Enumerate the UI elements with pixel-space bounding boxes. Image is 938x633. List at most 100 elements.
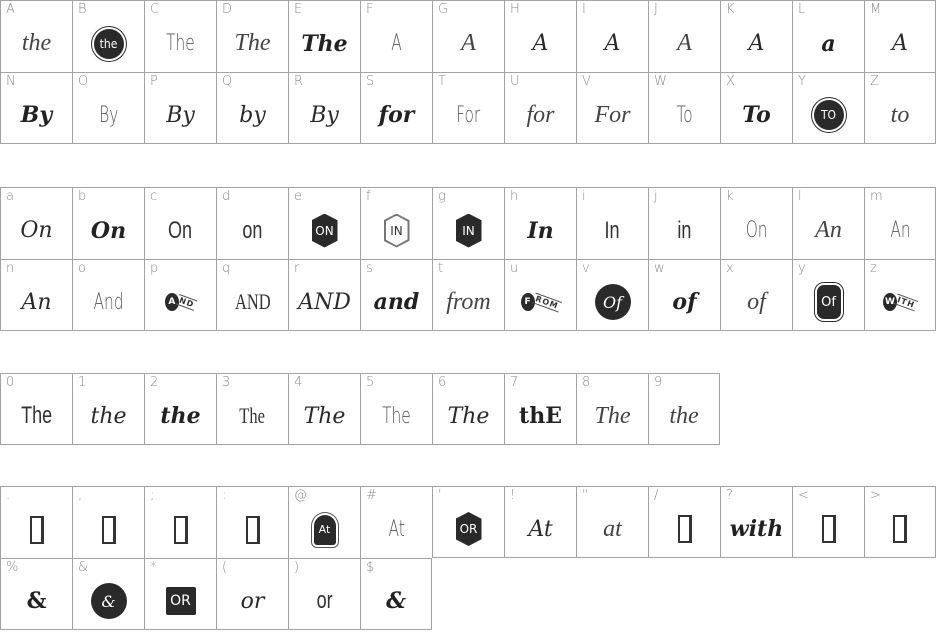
- badge-glyph: IN: [455, 213, 482, 248]
- glyph-text: and: [373, 289, 420, 315]
- glyph-text: A: [391, 31, 402, 56]
- glyph-cell: Ufor: [504, 72, 576, 144]
- glyph-text: &: [386, 588, 406, 614]
- badge-text: IN: [390, 223, 403, 238]
- glyph-preview: AND: [289, 274, 360, 330]
- glyph-preview: By: [289, 87, 360, 143]
- badge-glyph: IN: [383, 213, 410, 248]
- glyph-preview: [1, 501, 72, 558]
- glyph-preview: The: [145, 15, 216, 72]
- glyph-cell: @ At: [288, 486, 360, 558]
- glyph-preview: the: [73, 15, 144, 72]
- glyph-cell: # At: [360, 486, 432, 558]
- badge-glyph: OR: [455, 512, 482, 546]
- missing-glyph-box-icon: [821, 515, 836, 543]
- glyph-cell: ) or: [288, 558, 360, 630]
- glyph-preview: To: [721, 87, 792, 143]
- glyph-preview: Of: [577, 274, 648, 330]
- glyph-text: or: [240, 588, 265, 614]
- glyph-cell: T For: [432, 72, 504, 144]
- band-glyph: A ND: [164, 293, 198, 311]
- badge-text: OR: [170, 593, 191, 609]
- glyph-cell: P By: [144, 72, 216, 144]
- glyph-cell: Sfor: [360, 72, 432, 144]
- glyph-preview: in: [649, 202, 720, 259]
- glyph-preview: F ROM: [505, 274, 576, 330]
- glyph-preview: A: [865, 15, 935, 72]
- glyph-preview: &: [361, 573, 431, 629]
- glyph-cell: D The: [216, 0, 288, 72]
- glyph-text: The: [301, 30, 348, 57]
- glyph-cell: HA: [504, 0, 576, 72]
- glyph-preview: from: [433, 274, 504, 330]
- glyph-preview: Of: [793, 274, 864, 330]
- badge-text: OR: [459, 522, 478, 536]
- glyph-cell: MA: [864, 0, 936, 72]
- glyph-cell: /: [648, 486, 720, 558]
- punctuation-section: .,;: @ At # At ' OR! At " at /? with < >% & & & * OR(or) or…: [0, 486, 936, 630]
- glyph-cell: Athe: [0, 0, 72, 72]
- glyph-cell: g IN: [432, 187, 504, 259]
- glyph-cell: x of: [720, 259, 792, 331]
- glyph-preview: At: [505, 501, 576, 557]
- glyph-text: By: [166, 102, 195, 128]
- glyph-preview: By: [145, 87, 216, 143]
- glyph-cell: i In: [576, 187, 648, 259]
- glyph-cell: La: [792, 0, 864, 72]
- glyph-cell: 9 the: [648, 373, 720, 445]
- glyph-cell: o And: [72, 259, 144, 331]
- glyph-preview: The: [577, 388, 648, 444]
- glyph-preview: and: [361, 274, 432, 330]
- glyph-cell: <: [792, 486, 864, 558]
- glyph-preview: A: [433, 15, 504, 72]
- missing-glyph-box-icon: [893, 515, 907, 543]
- glyph-text: A: [461, 30, 476, 56]
- glyph-text: thE: [519, 403, 562, 429]
- glyph-preview: the: [145, 388, 216, 444]
- glyph-text: An: [21, 289, 52, 315]
- glyph-cell: k On: [720, 187, 792, 259]
- badge-glyph: TO: [813, 100, 844, 130]
- glyph-cell: h In: [504, 187, 576, 259]
- glyph-cell: N By: [0, 72, 72, 144]
- glyph-cell: 4 The: [288, 373, 360, 445]
- glyph-cell: Qby: [216, 72, 288, 144]
- glyph-preview: For: [433, 87, 504, 143]
- badge-text: TO: [820, 108, 837, 122]
- glyph-preview: On: [73, 202, 144, 259]
- glyph-cell: GA: [432, 0, 504, 72]
- glyph-text: in: [677, 216, 692, 244]
- glyph-text: at: [603, 515, 622, 542]
- glyph-cell: ,: [72, 486, 144, 558]
- glyph-cell: e ON: [288, 187, 360, 259]
- missing-glyph-box-icon: [173, 515, 188, 544]
- glyph-text: An: [889, 218, 911, 243]
- glyph-cell: 0 The: [0, 373, 72, 445]
- glyph-preview: TO: [793, 87, 864, 143]
- glyph-text: The: [594, 402, 631, 429]
- glyph-preview: A: [577, 15, 648, 72]
- glyph-cell: W To: [648, 72, 720, 144]
- glyph-text: By: [310, 102, 339, 128]
- glyph-text: To: [742, 102, 771, 128]
- glyph-cell: IA: [576, 0, 648, 72]
- glyph-cell: 8 The: [576, 373, 648, 445]
- badge-glyph: ON: [311, 213, 338, 248]
- glyph-preview: [217, 501, 288, 558]
- glyph-preview: OR: [433, 501, 504, 557]
- glyph-cell: ;: [144, 486, 216, 558]
- glyph-preview: [73, 501, 144, 558]
- glyph-cell: 6 The: [432, 373, 504, 445]
- glyph-cell: s and: [360, 259, 432, 331]
- glyph-preview: AND: [145, 274, 216, 330]
- glyph-preview: the: [649, 388, 719, 444]
- glyph-preview: On: [1, 202, 72, 259]
- glyph-preview: On: [145, 202, 216, 259]
- glyph-preview: &: [73, 573, 144, 629]
- glyph-text: the: [90, 403, 127, 429]
- glyph-preview: to: [865, 87, 935, 143]
- badge-glyph: the: [93, 28, 124, 59]
- glyph-preview: of: [649, 274, 720, 330]
- glyph-preview: on: [217, 202, 288, 259]
- glyph-text: On: [745, 218, 768, 243]
